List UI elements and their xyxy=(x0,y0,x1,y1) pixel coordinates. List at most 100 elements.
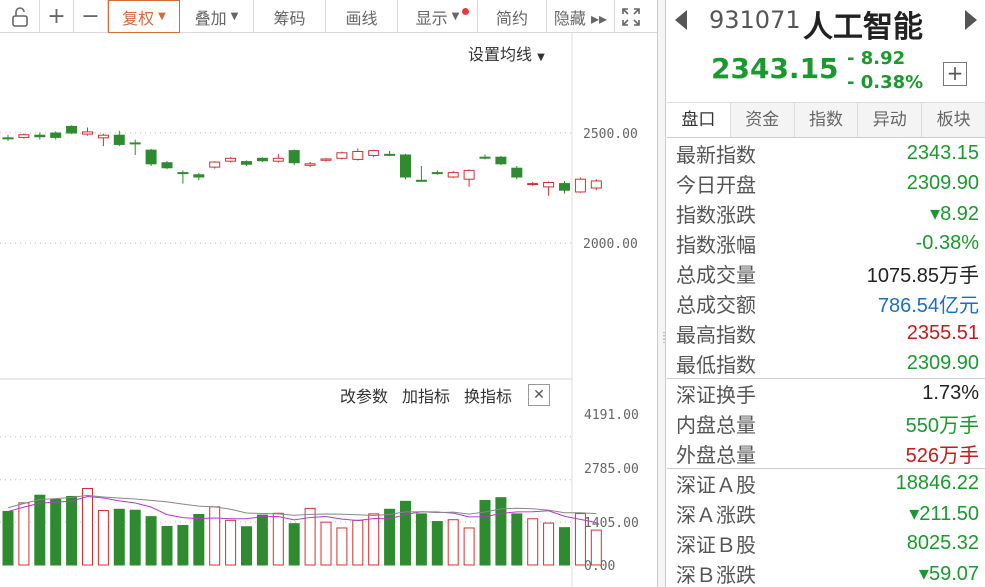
tab-2[interactable]: 指数 xyxy=(794,103,859,137)
quote-row-label: 内盘总量 xyxy=(676,412,756,437)
quote-row-value: 550万手 xyxy=(905,414,979,437)
quote-row: 总成交额 786.54亿元 xyxy=(667,288,985,318)
candle-body xyxy=(590,180,602,189)
chart-area[interactable]: 2500.00 2000.00 4191.00 2785.00 1405.00 0.00 … xyxy=(0,33,657,587)
last-price: 2343.15 xyxy=(711,52,839,85)
fullscreen-icon[interactable] xyxy=(615,0,647,33)
quote-row-label: 最低指数 xyxy=(676,352,756,377)
fuquan-label: 复权 xyxy=(122,8,155,28)
candle-body xyxy=(320,158,332,161)
hide-button[interactable]: 隐藏 ▸▸ xyxy=(547,0,615,33)
volume-bar xyxy=(511,513,523,566)
candle-body xyxy=(18,134,30,138)
quote-row-value: 1075.85万手 xyxy=(866,264,979,287)
volume-bar xyxy=(288,523,300,566)
quote-row: 最高指数 2355.51 xyxy=(667,318,985,348)
candle-body xyxy=(34,134,46,138)
draw-line-button[interactable]: 画线 xyxy=(326,0,398,33)
tab-0[interactable]: 盘口 xyxy=(667,103,731,137)
quote-row-label: 指数涨跌 xyxy=(676,202,756,227)
caret-down-icon: ▼ xyxy=(451,11,460,22)
volume-bar xyxy=(129,509,141,566)
quote-row: 指数涨跌 ▾8.92 xyxy=(667,198,985,228)
quote-row-label: 总成交额 xyxy=(676,292,756,317)
candle-body xyxy=(384,153,396,156)
quote-row-label: 今日开盘 xyxy=(676,172,756,197)
tab-3[interactable]: 异动 xyxy=(858,103,923,137)
volume-bar xyxy=(527,518,539,566)
quote-tabs: 盘口 资金 指数 异动 板块 xyxy=(667,103,985,138)
add-watchlist-button[interactable]: + xyxy=(943,62,967,86)
quote-row-label: 最新指数 xyxy=(676,142,756,167)
notification-dot xyxy=(462,8,469,15)
volume-bar xyxy=(256,514,268,566)
zoom-out-button[interactable]: − xyxy=(74,0,108,33)
switch-indicator-button[interactable]: 换指标 xyxy=(464,383,512,407)
candle-body xyxy=(574,178,586,193)
quote-row-value: ▾8.92 xyxy=(930,202,979,225)
quote-row-label: 最高指数 xyxy=(676,322,756,347)
ma-settings-button[interactable]: 设置均线 ▼ xyxy=(468,41,545,65)
close-icon[interactable]: ✕ xyxy=(528,384,551,406)
candle-body xyxy=(368,150,380,156)
volume-bar xyxy=(241,526,252,566)
price-axis-label: 2000.00 xyxy=(583,237,638,252)
quote-row-value: 526万手 xyxy=(905,444,979,467)
quote-row: 深证Ｂ股 8025.32 xyxy=(667,528,985,558)
volume-bar xyxy=(336,527,348,566)
candle-body xyxy=(66,125,78,134)
candle-body xyxy=(193,174,205,178)
volume-bar xyxy=(193,514,205,566)
quote-row-label: 深Ａ涨跌 xyxy=(676,502,756,527)
chips-button[interactable]: 筹码 xyxy=(254,0,326,33)
prev-arrow-icon[interactable] xyxy=(675,10,687,30)
panel-divider[interactable]: ⋮ ⋮ xyxy=(657,0,669,587)
chart-toolbar: + − 复权 ▼ 叠加 ▼ 筹码 画线 显示 ▼ 简约 隐藏 ▸▸ xyxy=(0,0,657,33)
candle-body xyxy=(288,150,300,164)
quote-row: 深证换手 1.73% xyxy=(667,378,985,408)
candle-body xyxy=(145,149,157,165)
candle-body xyxy=(479,156,491,159)
indicator-toolbar: 改参数 加指标 换指标 ✕ xyxy=(340,383,551,407)
quote-row-value: 1.73% xyxy=(922,382,979,404)
volume-bar xyxy=(447,519,459,566)
zoom-in-button[interactable]: + xyxy=(40,0,74,33)
next-arrow-icon[interactable] xyxy=(965,10,977,30)
candle-body xyxy=(129,142,141,145)
change-params-button[interactable]: 改参数 xyxy=(340,383,388,407)
lock-icon[interactable] xyxy=(0,0,40,33)
candle-body xyxy=(304,163,316,166)
volume-axis-label: 4191.00 xyxy=(584,408,639,423)
candle-body xyxy=(495,156,507,165)
volume-bar xyxy=(272,512,284,566)
volume-bar xyxy=(352,519,364,566)
volume-bar xyxy=(66,495,78,566)
tab-4[interactable]: 板块 xyxy=(922,103,985,137)
display-button[interactable]: 显示 ▼ xyxy=(398,0,478,33)
quote-row: 外盘总量 526万手 xyxy=(667,438,985,468)
quote-row-value: 2309.90 xyxy=(906,171,979,194)
quote-row-label: 深证Ａ股 xyxy=(676,473,756,497)
volume-bar xyxy=(113,508,125,566)
quote-row-value: 2343.15 xyxy=(906,141,979,164)
candle-body xyxy=(161,162,173,169)
volume-bar xyxy=(145,516,157,566)
quote-row-label: 外盘总量 xyxy=(676,442,756,467)
candle-body xyxy=(447,172,459,178)
volume-bar xyxy=(177,525,189,566)
candle-body xyxy=(177,172,189,175)
volume-bar xyxy=(97,510,109,566)
caret-down-icon: ▼ xyxy=(230,11,239,22)
overlay-button[interactable]: 叠加 ▼ xyxy=(180,0,254,33)
quote-row: 最新指数 2343.15 xyxy=(667,138,985,168)
candle-body xyxy=(241,161,252,165)
add-indicator-button[interactable]: 加指标 xyxy=(402,383,450,407)
quote-row: 最低指数 2309.90 xyxy=(667,348,985,378)
quote-row-value: 786.54亿元 xyxy=(877,294,979,317)
volume-bar xyxy=(574,513,586,566)
volume-bar xyxy=(559,527,570,566)
volume-bar xyxy=(161,525,173,566)
tab-1[interactable]: 资金 xyxy=(730,103,795,137)
fuquan-button[interactable]: 复权 ▼ xyxy=(108,0,180,33)
simple-button[interactable]: 简约 xyxy=(478,0,547,33)
